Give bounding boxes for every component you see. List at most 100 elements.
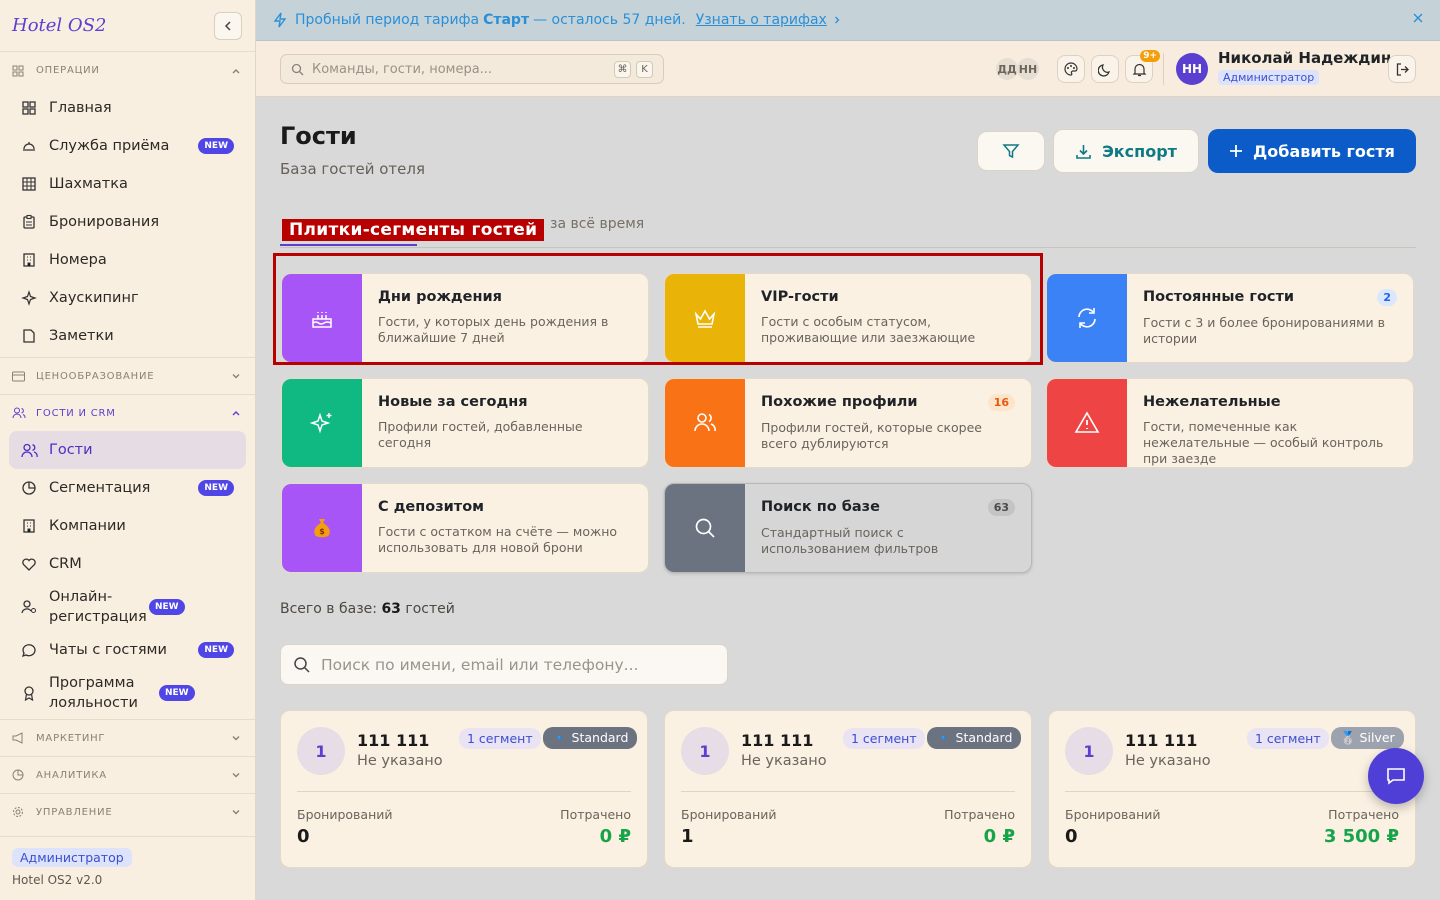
guest-avatar: 1 <box>681 727 729 775</box>
new-badge: NEW <box>198 642 234 658</box>
theme-palette-button[interactable] <box>1057 55 1085 83</box>
tile-title: С депозитом <box>378 499 485 515</box>
guest-name: 111 111 <box>357 731 430 750</box>
section-operations[interactable]: ОПЕРАЦИИ <box>0 52 255 89</box>
chevron-up-icon <box>232 68 240 73</box>
section-guests-crm[interactable]: ГОСТИ И CRM <box>0 394 255 431</box>
chevron-down-icon <box>232 736 240 741</box>
guest-tier-badge: 🔹 Standard <box>927 727 1022 749</box>
segment-tile-regular[interactable]: Постоянные гости 2 Гости с 3 и более брон… <box>1046 273 1414 363</box>
tile-icon-box <box>665 484 745 572</box>
tile-icon-box: $ <box>282 484 362 572</box>
tile-count: 2 <box>1377 289 1397 306</box>
chevron-left-icon <box>224 20 231 31</box>
sidebar-item-chessboard[interactable]: Шахматка <box>9 165 246 203</box>
section-analytics[interactable]: АНАЛИТИКА <box>0 756 255 793</box>
sidebar-item-rooms[interactable]: Номера <box>9 241 246 279</box>
guest-contact: Не указано <box>1125 753 1211 769</box>
bell-icon <box>1132 63 1146 76</box>
sidebar-item-companies[interactable]: Компании <box>9 507 246 545</box>
tile-count: 16 <box>987 394 1015 411</box>
bookings-label: Бронирований <box>681 807 777 822</box>
guest-card[interactable]: 1 111 111 Не указано 1 сегмент 🔹 Standar… <box>280 710 648 868</box>
sidebar-item-bookings[interactable]: Бронирования <box>9 203 246 241</box>
plus-icon <box>1230 145 1243 157</box>
guest-search-input[interactable]: Поиск по имени, email или телефону... <box>280 644 728 685</box>
tariffs-link[interactable]: Узнать о тарифах <box>696 12 827 28</box>
tile-icon-box <box>1047 274 1127 362</box>
add-guest-label: Добавить гостя <box>1253 141 1395 161</box>
bookings-label: Бронирований <box>297 807 393 822</box>
guest-card[interactable]: 1 111 111 Не указано 1 сегмент 🥈 Silver … <box>1048 710 1416 868</box>
tile-title: Похожие профили <box>761 394 918 410</box>
section-management[interactable]: УПРАВЛЕНИЕ <box>0 793 255 830</box>
role-badge: Администратор <box>12 848 132 867</box>
moon-icon <box>1097 63 1110 77</box>
dashboard-icon <box>22 101 36 115</box>
add-guest-button[interactable]: Добавить гостя <box>1208 129 1416 173</box>
sidebar-footer: Администратор Hotel OS2 v2.0 <box>0 836 255 900</box>
kbd-k: K <box>636 60 653 78</box>
bookings-label: Бронирований <box>1065 807 1161 822</box>
language-dd[interactable]: ДД <box>996 58 1018 80</box>
segment-tile-duplicates[interactable]: Похожие профили 16 Профили гостей, которы… <box>664 378 1032 468</box>
segment-tile-search[interactable]: Поиск по базе 63 Стандартный поиск с испо… <box>664 483 1032 573</box>
tabs-divider <box>280 247 1416 248</box>
guest-name: 111 111 <box>741 731 814 750</box>
segment-tile-unwanted[interactable]: Нежелательные Гости, помеченные как неже… <box>1046 378 1414 468</box>
sidebar-item-housekeeping[interactable]: Хаускипинг <box>9 279 246 317</box>
sidebar-item-home[interactable]: Главная <box>9 89 246 127</box>
guest-segment-badge: 1 сегмент <box>459 728 541 749</box>
segment-tile-new-today[interactable]: Новые за сегодня Профили гостей, добавле… <box>281 378 649 468</box>
tile-title: Поиск по базе <box>761 499 880 515</box>
alert-icon <box>1074 411 1100 433</box>
notifications-button[interactable]: 9+ <box>1125 50 1160 83</box>
tile-description: Гости с остатком на счёте — можно исполь… <box>378 524 618 555</box>
sidebar-item-segmentation[interactable]: Сегментация NEW <box>9 469 246 507</box>
command-search-input[interactable]: Команды, гости, номера... ⌘ K <box>280 54 664 84</box>
guest-contact: Не указано <box>741 753 827 769</box>
sidebar: Hotel OS2 ОПЕРАЦИИ Главная Служба приёма… <box>0 0 256 900</box>
guest-tier-badge: 🔹 Standard <box>543 727 638 749</box>
section-pricing[interactable]: ЦЕНООБРАЗОВАНИЕ <box>0 357 255 394</box>
section-marketing[interactable]: МАРКЕТИНГ <box>0 719 255 756</box>
clipboard-icon <box>23 214 35 229</box>
user-avatar[interactable]: НН <box>1176 53 1208 85</box>
guest-card[interactable]: 1 111 111 Не указано 1 сегмент 🔹 Standar… <box>664 710 1032 868</box>
sidebar-item-notes[interactable]: Заметки <box>9 317 246 355</box>
sidebar-item-online-checkin[interactable]: Онлайн-регистрация NEW <box>9 583 246 631</box>
filter-button[interactable] <box>977 131 1045 171</box>
tile-icon-box <box>282 379 362 467</box>
collapse-sidebar-button[interactable] <box>214 11 242 40</box>
chevron-right-icon <box>834 16 840 24</box>
close-banner-button[interactable] <box>1412 12 1424 24</box>
sidebar-item-guests[interactable]: Гости <box>9 431 246 469</box>
tile-title: Нежелательные <box>1143 394 1281 410</box>
sidebar-item-loyalty[interactable]: Программа лояльности NEW <box>9 669 246 717</box>
building-icon <box>23 253 35 267</box>
sidebar-item-front-desk[interactable]: Служба приёма NEW <box>9 127 246 165</box>
tab-all-time[interactable]: за всё время <box>550 216 644 232</box>
new-badge: NEW <box>149 599 185 615</box>
bookings-value: 1 <box>681 826 694 847</box>
spent-value: 0 ₽ <box>599 826 631 847</box>
sidebar-item-guest-chats[interactable]: Чаты с гостями NEW <box>9 631 246 669</box>
heart-icon <box>22 558 36 571</box>
logout-button[interactable] <box>1388 55 1416 83</box>
guest-avatar: 1 <box>297 727 345 775</box>
card-divider <box>681 791 1015 792</box>
refresh-icon <box>1078 308 1096 328</box>
chat-fab-button[interactable] <box>1368 748 1424 804</box>
award-icon <box>24 686 34 701</box>
dark-mode-button[interactable] <box>1091 55 1119 83</box>
language-nn[interactable]: НН <box>1017 58 1039 80</box>
tile-icon-box <box>665 379 745 467</box>
table-grid-icon <box>22 177 36 191</box>
trial-remaining: — осталось 57 дней. <box>533 12 686 28</box>
download-icon <box>1076 144 1091 159</box>
palette-icon <box>1064 62 1078 76</box>
export-button[interactable]: Экспорт <box>1053 129 1199 173</box>
sidebar-item-crm[interactable]: CRM <box>9 545 246 583</box>
segment-tile-deposit[interactable]: $ С депозитом Гости с остатком на счёте … <box>281 483 649 573</box>
tile-description: Профили гостей, которые скорее всего дуб… <box>761 420 982 451</box>
